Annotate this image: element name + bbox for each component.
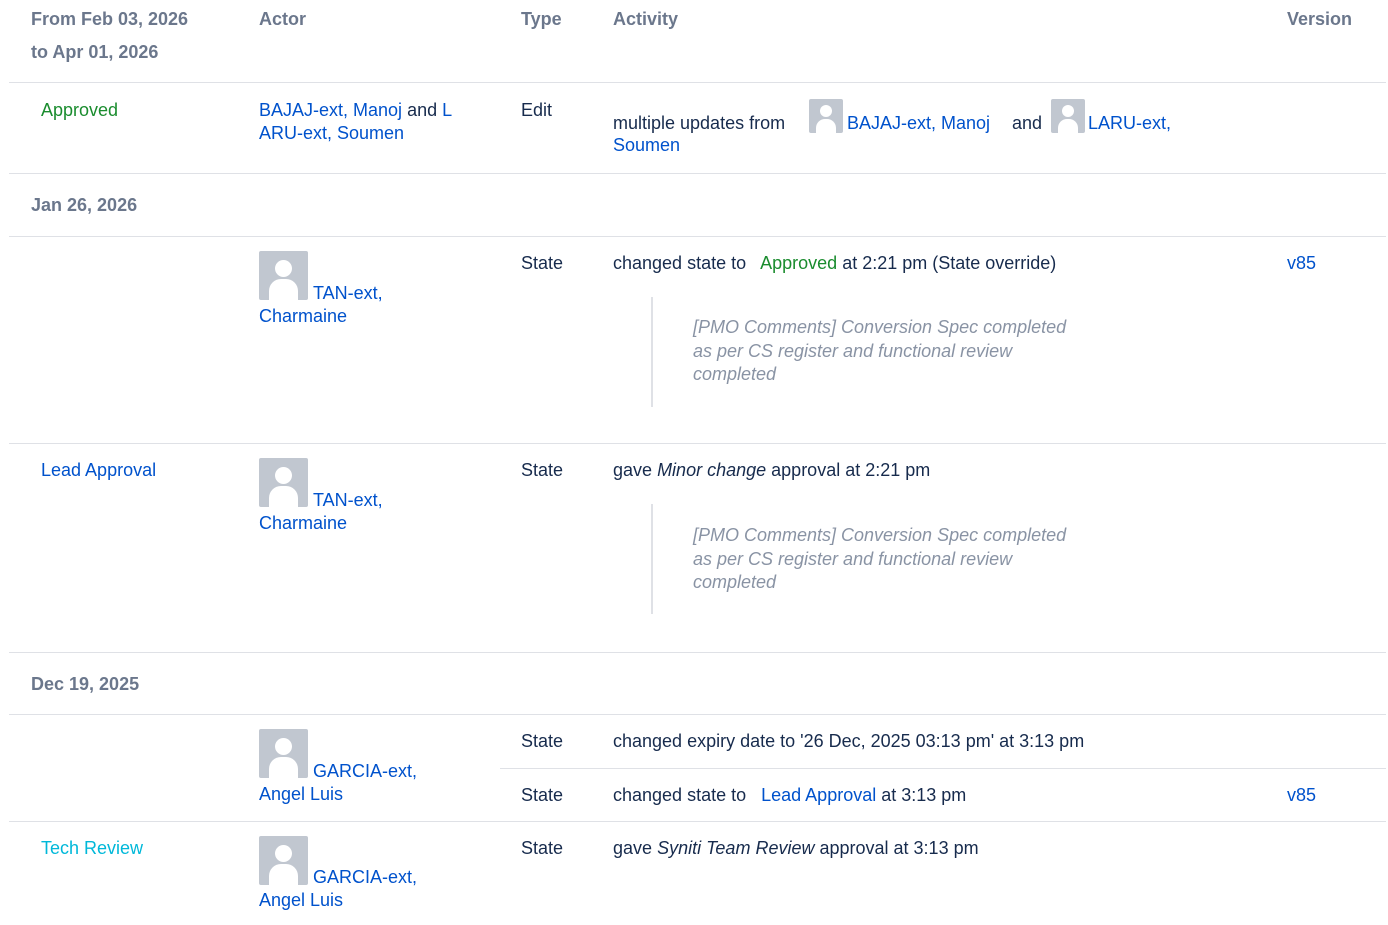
comment-line: as per CS register and functional review xyxy=(693,340,1013,361)
version-link[interactable]: v85 xyxy=(1287,252,1316,275)
activity-actor-link-bajaj[interactable]: BAJAJ-ext, Manoj xyxy=(847,112,990,135)
comment-quote: [PMO Comments] Conversion Spec completed… xyxy=(651,504,1133,614)
avatar-icon xyxy=(259,836,308,885)
activity-suffix: at 3:13 pm xyxy=(881,785,967,805)
actor-cell: BAJAJ-ext, Manoj and L ARU-ext, Soumen xyxy=(259,99,484,145)
group-divider xyxy=(9,236,1386,237)
avatar-icon xyxy=(259,729,308,778)
row-divider xyxy=(9,652,1386,653)
activity-conjunction: and xyxy=(1012,113,1043,133)
state-approved: Approved xyxy=(760,253,838,273)
state-approved: Approved xyxy=(41,100,119,120)
activity-prefix: gave xyxy=(613,838,653,858)
activity-actor-link-laru-part2[interactable]: Soumen xyxy=(613,134,1253,157)
actor-link-garcia-part2[interactable]: Angel Luis xyxy=(259,889,343,912)
actor-link-garcia-part1[interactable]: GARCIA-ext, xyxy=(313,760,417,783)
type-state: State xyxy=(521,731,564,751)
avatar-icon xyxy=(259,251,308,300)
state-tech-review[interactable]: Tech Review xyxy=(41,837,143,860)
type-edit: Edit xyxy=(521,100,553,120)
comment-quote: [PMO Comments] Conversion Spec completed… xyxy=(651,297,1133,407)
column-header-type: Type xyxy=(521,9,562,29)
date-range-header: From Feb 03, 2026 to Apr 01, 2026 xyxy=(31,3,188,69)
activity-expiry-change: changed expiry date to '26 Dec, 2025 03:… xyxy=(613,731,1085,751)
row-divider xyxy=(9,173,1386,174)
version-link[interactable]: v85 xyxy=(1287,784,1316,807)
activity-prefix: changed state to xyxy=(613,785,747,805)
activity-prefix: gave xyxy=(613,460,653,480)
subrow-divider xyxy=(500,768,1386,769)
approval-name: Syniti Team Review xyxy=(657,838,815,858)
activity-actor-link-laru-part1[interactable]: LARU-ext, xyxy=(1088,112,1171,135)
activity-prefix: changed state to xyxy=(613,253,747,273)
comment-line: as per CS register and functional review xyxy=(693,548,1013,569)
activity-approval: gave Syniti Team Review approval at 3:13… xyxy=(613,837,979,860)
column-header-activity: Activity xyxy=(613,9,679,29)
actor-link-laru-part2[interactable]: ARU-ext, Soumen xyxy=(259,122,484,145)
comment-line: [PMO Comments] Conversion Spec completed xyxy=(693,317,1067,337)
comment-line: completed xyxy=(693,572,777,592)
actor-link-garcia-part1[interactable]: GARCIA-ext, xyxy=(313,866,417,889)
avatar-icon xyxy=(809,99,843,133)
state-lead-approval[interactable]: Lead Approval xyxy=(761,785,876,805)
state-lead-approval[interactable]: Lead Approval xyxy=(41,459,156,482)
type-state: State xyxy=(521,253,564,273)
date-range-line2: to Apr 01, 2026 xyxy=(31,42,159,62)
approval-name: Minor change xyxy=(657,460,767,480)
actor-link-bajaj[interactable]: BAJAJ-ext, Manoj xyxy=(259,100,402,120)
type-state: State xyxy=(521,460,564,480)
actor-link-laru-part1[interactable]: L xyxy=(442,100,452,120)
comment-line: [PMO Comments] Conversion Spec completed xyxy=(693,525,1067,545)
activity-suffix: approval at 2:21 pm xyxy=(771,460,931,480)
comment-line: completed xyxy=(693,364,777,384)
date-range-line1: From Feb 03, 2026 xyxy=(31,9,189,29)
activity-multiple-updates: multiple updates from BAJAJ-ext, Manoj a… xyxy=(613,99,1253,157)
group-date-jan-26: Jan 26, 2026 xyxy=(31,195,138,215)
activity-approval: gave Minor change approval at 2:21 pm xyxy=(613,459,930,482)
group-divider xyxy=(9,714,1386,715)
activity-state-change: changed state to Lead Approval at 3:13 p… xyxy=(613,784,966,807)
activity-prefix: multiple updates from xyxy=(613,113,786,133)
actor-link-tan-part1[interactable]: TAN-ext, xyxy=(313,282,383,305)
row-divider xyxy=(9,443,1386,444)
actor-link-tan-part2[interactable]: Charmaine xyxy=(259,305,347,328)
activity-suffix: at 2:21 pm (State override) xyxy=(842,253,1057,273)
actor-link-tan-part2[interactable]: Charmaine xyxy=(259,512,347,535)
column-header-actor: Actor xyxy=(259,9,307,29)
group-date-dec-19: Dec 19, 2025 xyxy=(31,674,140,694)
type-state: State xyxy=(521,838,564,858)
activity-suffix: approval at 3:13 pm xyxy=(819,838,979,858)
row-divider xyxy=(9,821,1386,822)
avatar-icon xyxy=(1051,99,1085,133)
actor-link-garcia-part2[interactable]: Angel Luis xyxy=(259,783,343,806)
activity-state-change: changed state to Approved at 2:21 pm (St… xyxy=(613,252,1056,275)
type-state: State xyxy=(521,785,564,805)
column-header-version: Version xyxy=(1287,9,1353,29)
avatar-icon xyxy=(259,458,308,507)
actor-link-tan-part1[interactable]: TAN-ext, xyxy=(313,489,383,512)
actor-conjunction: and xyxy=(407,100,438,120)
header-divider xyxy=(9,82,1386,83)
